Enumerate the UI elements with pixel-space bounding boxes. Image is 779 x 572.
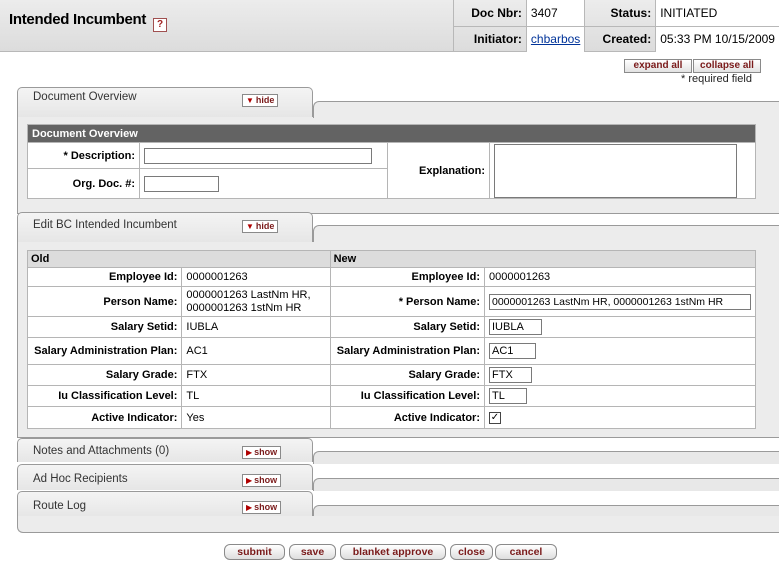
initiator-value: chbarbos <box>525 26 585 52</box>
new-person-name-label: * Person Name: <box>329 286 486 317</box>
salary-grade-input[interactable]: FTX <box>489 367 532 383</box>
explanation-textarea[interactable] <box>494 143 737 198</box>
tab-edge <box>313 225 779 242</box>
expand-all-button[interactable]: expand all <box>624 59 692 73</box>
new-employee-id-label: Employee Id: <box>329 267 486 287</box>
new-column-header: New <box>329 250 757 268</box>
triangle-right-icon: ▶ <box>246 448 253 457</box>
triangle-down-icon: ▼ <box>246 96 254 105</box>
tab-edge <box>313 478 779 491</box>
new-classification-level-label: Iu Classification Level: <box>329 385 486 407</box>
old-active-indicator-label: Active Indicator: <box>26 406 183 429</box>
tab-label: Notes and Attachments (0) <box>33 445 170 457</box>
section-header: Document Overview <box>27 124 756 143</box>
status-label: Status: <box>584 0 656 27</box>
new-salary-grade-label: Salary Grade: <box>329 364 486 386</box>
old-salary-admin-plan-label: Salary Administration Plan: <box>26 337 183 365</box>
explanation-label: Explanation: <box>387 142 490 199</box>
tab-edge <box>313 451 779 464</box>
new-salary-setid-cell: IUBLA <box>484 316 756 338</box>
old-employee-id-label: Employee Id: <box>26 267 183 287</box>
toggle-label: hide <box>255 221 275 231</box>
tab-label: Document Overview <box>33 91 137 103</box>
initiator-label: Initiator: <box>453 26 527 52</box>
new-active-indicator-cell: ✓ <box>484 406 756 429</box>
blanket-approve-button[interactable]: blanket approve <box>340 544 446 560</box>
header-info-table: Doc Nbr: 3407 Status: INITIATED Initiato… <box>453 0 779 52</box>
adhoc-show-button[interactable]: ▶ show <box>242 474 282 487</box>
edit-bc-hide-button[interactable]: ▼ hide <box>242 220 279 233</box>
old-classification-level-value: TL <box>181 385 331 407</box>
old-salary-setid-value: IUBLA <box>181 316 331 338</box>
org-doc-cell <box>139 168 388 199</box>
tab-notes-attachments: Notes and Attachments (0) ▶ show <box>17 438 313 462</box>
document-header: Intended Incumbent ? Doc Nbr: 3407 Statu… <box>0 0 779 52</box>
created-label: Created: <box>584 26 656 52</box>
tab-label: Edit BC Intended Incumbent <box>33 219 177 231</box>
old-salary-setid-label: Salary Setid: <box>26 316 183 338</box>
tabs-bottom-border <box>17 516 779 533</box>
description-label: * Description: <box>27 142 140 169</box>
tab-route-log: Route Log ▶ show <box>17 491 313 517</box>
old-salary-admin-plan-value: AC1 <box>181 337 331 365</box>
document-overview-hide-button[interactable]: ▼ hide <box>242 94 279 107</box>
initiator-link[interactable]: chbarbos <box>531 32 580 46</box>
help-icon[interactable]: ? <box>153 18 167 32</box>
old-person-name-value: 0000001263 LastNm HR, 0000001263 1stNm H… <box>181 286 331 317</box>
explanation-cell <box>489 142 756 199</box>
route-log-show-button[interactable]: ▶ show <box>242 501 282 514</box>
toggle-label: hide <box>255 95 275 105</box>
tab-ad-hoc-recipients: Ad Hoc Recipients ▶ show <box>17 464 313 490</box>
tab-edge <box>313 101 779 118</box>
tab-label: Route Log <box>33 500 87 512</box>
old-salary-grade-label: Salary Grade: <box>26 364 183 386</box>
toggle-label: show <box>254 502 278 512</box>
person-name-input[interactable]: 0000001263 LastNm HR, 0000001263 1stNm H… <box>489 293 751 310</box>
submit-button[interactable]: submit <box>224 544 285 560</box>
created-value: 05:33 PM 10/15/2009 <box>655 26 779 52</box>
notes-show-button[interactable]: ▶ show <box>242 446 282 459</box>
toggle-label: show <box>254 475 278 485</box>
new-employee-id-value: 0000001263 <box>484 267 756 287</box>
required-field-note: * required field <box>681 73 752 85</box>
org-doc-input[interactable] <box>144 175 219 192</box>
new-person-name-cell: 0000001263 LastNm HR, 0000001263 1stNm H… <box>484 286 756 317</box>
old-active-indicator-value: Yes <box>181 406 331 429</box>
close-button[interactable]: close <box>450 544 493 560</box>
cancel-button[interactable]: cancel <box>495 544 557 560</box>
active-indicator-checkbox[interactable]: ✓ <box>489 411 501 424</box>
triangle-right-icon: ▶ <box>246 503 253 512</box>
old-column-header: Old <box>27 250 331 268</box>
save-button[interactable]: save <box>289 544 336 560</box>
old-classification-level-label: Iu Classification Level: <box>26 385 183 407</box>
collapse-all-button[interactable]: collapse all <box>693 59 761 73</box>
doc-nbr-value: 3407 <box>525 0 585 27</box>
edit-bc-table: Old New Employee Id: 0000001263 Employee… <box>26 250 757 429</box>
new-salary-admin-plan-cell: AC1 <box>484 337 756 365</box>
new-active-indicator-label: Active Indicator: <box>329 406 486 429</box>
tab-label: Ad Hoc Recipients <box>33 473 128 485</box>
old-employee-id-value: 0000001263 <box>181 267 331 287</box>
triangle-down-icon: ▼ <box>246 222 254 231</box>
triangle-right-icon: ▶ <box>246 476 253 485</box>
description-input[interactable] <box>144 147 372 164</box>
status-value: INITIATED <box>655 0 779 27</box>
document-overview-table: Document Overview * Description: Explana… <box>27 124 756 199</box>
new-salary-admin-plan-label: Salary Administration Plan: <box>329 337 486 365</box>
description-cell <box>139 142 388 169</box>
doc-nbr-label: Doc Nbr: <box>453 0 527 27</box>
toggle-label: show <box>254 447 278 457</box>
old-person-name-label: Person Name: <box>26 286 183 317</box>
new-classification-level-cell: TL <box>484 385 756 407</box>
salary-admin-plan-input[interactable]: AC1 <box>489 343 536 359</box>
tab-edit-bc-intended-incumbent: Edit BC Intended Incumbent ▼ hide <box>17 212 313 242</box>
old-salary-grade-value: FTX <box>181 364 331 386</box>
org-doc-label: Org. Doc. #: <box>27 168 140 199</box>
salary-setid-input[interactable]: IUBLA <box>489 319 542 335</box>
classification-level-input[interactable]: TL <box>489 388 527 404</box>
page-title: Intended Incumbent <box>9 11 147 28</box>
new-salary-setid-label: Salary Setid: <box>329 316 486 338</box>
tab-document-overview: Document Overview ▼ hide <box>17 87 313 117</box>
new-salary-grade-cell: FTX <box>484 364 756 386</box>
